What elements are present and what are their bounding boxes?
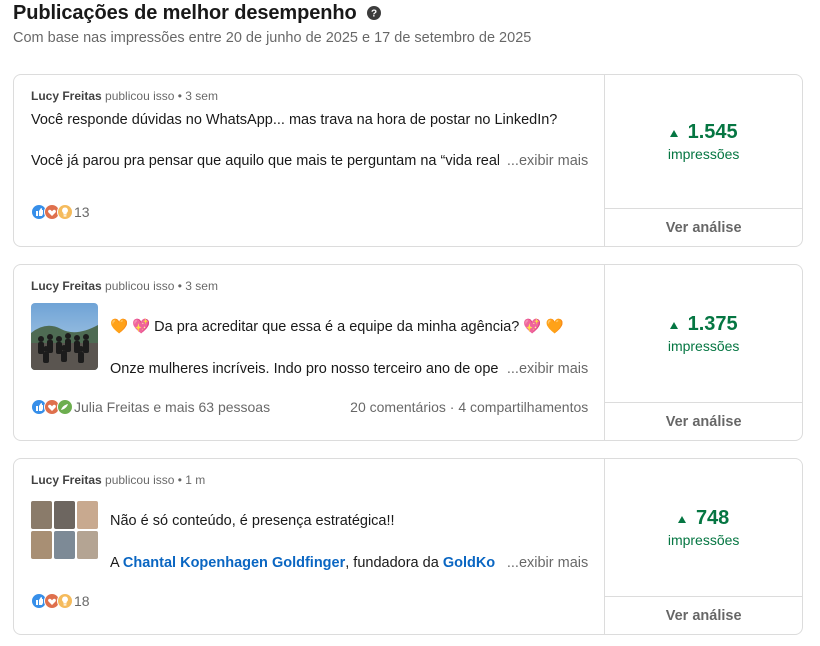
section-header: Publicações de melhor desempenho ? Com b… [13,0,803,47]
page-title: Publicações de melhor desempenho [13,1,357,24]
post-card[interactable]: Lucy Freitas publicou isso • 1 m Não é s… [13,458,803,635]
author-name[interactable]: Lucy Freitas [31,89,102,103]
author-name[interactable]: Lucy Freitas [31,279,102,293]
trend-up-icon [669,130,678,137]
post-content[interactable]: Lucy Freitas publicou isso • 3 sem 🧡 💖 D… [14,265,606,440]
trend-up-icon [669,322,678,329]
impressions-count: 748 [695,507,730,529]
impressions-count: 1.545 [687,121,738,143]
impressions-label: impressões [667,338,740,354]
view-analytics-button[interactable]: Ver análise [605,209,802,246]
impressions-stat: 748 impressões [605,459,802,597]
post-byline: Lucy Freitas publicou isso • 1 m [31,473,206,487]
insightful-icon [57,204,73,220]
post-text-line: Não é só conteúdo, é presença estratégic… [110,513,395,529]
post-text-line: Você responde dúvidas no WhatsApp... mas… [31,112,558,128]
author-name[interactable]: Lucy Freitas [31,473,102,487]
post-card[interactable]: Lucy Freitas publicou isso • 3 sem 🧡 💖 D… [13,264,803,441]
post-content[interactable]: Lucy Freitas publicou isso • 1 m Não é s… [14,459,606,634]
date-range-subtitle: Com base nas impressões entre 20 de junh… [13,30,532,46]
post-text-line: A Chantal Kopenhagen Goldfinger, fundado… [110,553,589,573]
reactions-summary[interactable]: 13 [31,204,90,220]
see-more-link[interactable]: ...exibir mais [498,151,589,171]
post-text-line: Onze mulheres incríveis. Indo pro nosso … [110,359,589,379]
impressions-count: 1.375 [687,313,738,335]
reaction-names: Julia Freitas e mais 63 pessoas [74,399,271,415]
mention-link[interactable]: Chantal Kopenhagen Goldfinger [123,555,345,571]
post-text-line: 🧡 💖 Da pra acreditar que essa é a equipe… [110,319,564,335]
post-stats: 1.545 impressões Ver análise [605,75,802,246]
view-analytics-button[interactable]: Ver análise [605,597,802,634]
view-analytics-button[interactable]: Ver análise [605,403,802,440]
impressions-stat: 1.375 impressões [605,265,802,403]
reactions-summary[interactable]: 18 [31,593,90,609]
mention-link[interactable]: GoldKo [443,555,495,571]
see-more-link[interactable]: ...exibir mais [498,359,589,379]
support-icon [57,399,73,415]
post-text-line: Você já parou pra pensar que aquilo que … [31,151,589,171]
comments-shares-count[interactable]: 20 comentários · 4 compartilhamentos [350,399,588,415]
reaction-count: 18 [74,593,90,609]
reaction-count: 13 [74,204,90,220]
post-stats: 748 impressões Ver análise [605,459,802,634]
post-image-collage[interactable] [31,501,98,561]
impressions-stat: 1.545 impressões [605,75,802,209]
trend-up-icon [677,516,686,523]
svg-text:?: ? [371,9,377,20]
impressions-label: impressões [667,146,740,162]
impressions-label: impressões [667,532,740,548]
post-card[interactable]: Lucy Freitas publicou isso • 3 sem Você … [13,74,803,247]
post-byline: Lucy Freitas publicou isso • 3 sem [31,279,218,293]
post-image-thumbnail[interactable] [31,303,98,370]
post-stats: 1.375 impressões Ver análise [605,265,802,440]
post-content[interactable]: Lucy Freitas publicou isso • 3 sem Você … [14,75,606,246]
post-byline: Lucy Freitas publicou isso • 3 sem [31,89,218,103]
help-icon[interactable]: ? [366,6,381,20]
see-more-link[interactable]: ...exibir mais [498,553,589,573]
insightful-icon [57,593,73,609]
reactions-summary[interactable]: Julia Freitas e mais 63 pessoas [31,399,270,415]
